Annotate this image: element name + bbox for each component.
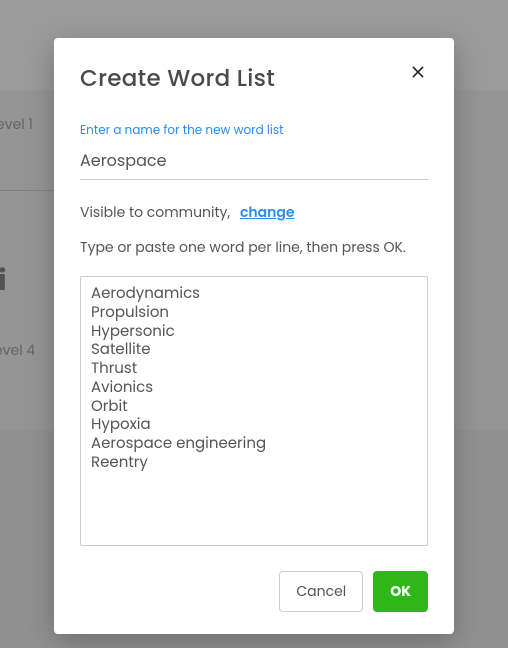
modal-header: Create Word List: [80, 62, 428, 96]
instruction-text: Type or paste one word per line, then pr…: [80, 237, 428, 258]
create-word-list-modal: Create Word List Enter a name for the ne…: [54, 38, 454, 634]
close-icon: [410, 64, 426, 80]
visibility-text: Visible to community,: [80, 202, 230, 222]
button-row: Cancel OK: [80, 571, 428, 612]
ok-button[interactable]: OK: [373, 571, 428, 612]
change-visibility-link[interactable]: change: [240, 202, 295, 222]
visibility-row: Visible to community, change: [80, 202, 428, 223]
close-button[interactable]: [408, 62, 428, 82]
modal-title: Create Word List: [80, 62, 275, 96]
word-list-textarea[interactable]: [80, 276, 428, 546]
cancel-button[interactable]: Cancel: [279, 571, 363, 612]
name-field-label: Enter a name for the new word list: [80, 122, 428, 140]
word-list-name-input[interactable]: [80, 142, 428, 180]
